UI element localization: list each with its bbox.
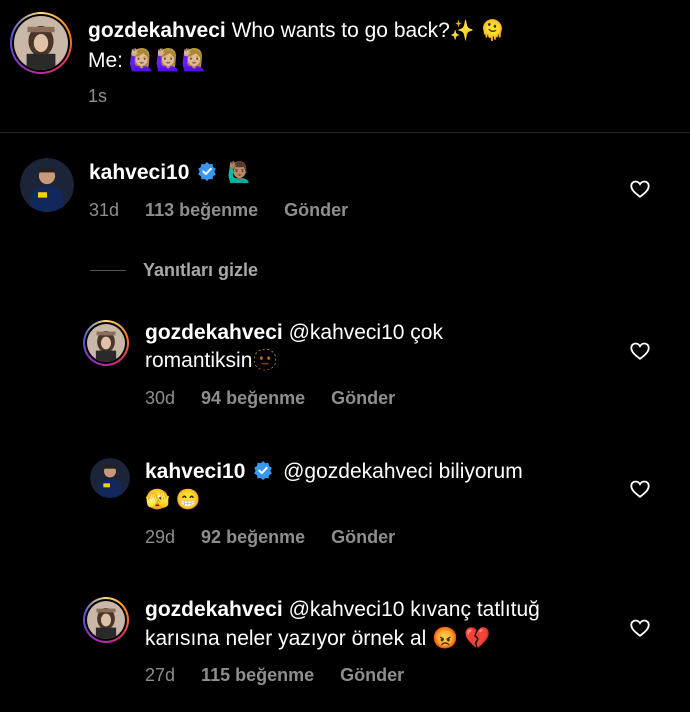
reply-likes[interactable]: 94 beğenme <box>201 388 305 408</box>
reply-button[interactable]: Gönder <box>331 527 395 547</box>
caption-line2: Me: 🙋🏼‍♀️🙋🏼‍♀️🙋🏼‍♀️ <box>88 49 208 72</box>
caption-time: 1s <box>88 86 108 106</box>
reply-avatar-gozdekahveci[interactable] <box>83 597 129 643</box>
caption-text: Who wants to go back? <box>231 19 450 42</box>
comment-meta: 31d 113 beğenme Gönder <box>89 200 374 221</box>
reply-button[interactable]: Gönder <box>284 200 348 220</box>
reply-meta: 30d 94 beğenme Gönder <box>145 388 421 409</box>
reply-username[interactable]: gozdekahveci <box>145 598 283 621</box>
divider <box>0 132 690 133</box>
reply-meta: 29d 92 beğenme Gönder <box>145 527 421 548</box>
reply-button[interactable]: Gönder <box>340 665 404 685</box>
hide-replies-line <box>90 270 126 271</box>
reply-likes[interactable]: 92 beğenme <box>201 527 305 547</box>
caption-username[interactable]: gozdekahveci <box>88 19 226 42</box>
comment-avatar-kahveci10[interactable] <box>20 158 74 212</box>
comment-line: kahveci10 🙋🏽‍♂️ <box>89 158 252 188</box>
reply-line1: kahveci10 @gozdekahveci biliyorum <box>145 457 523 486</box>
verified-badge-icon <box>198 162 217 181</box>
reply-text: @kahveci10 kıvanç tatlıtuğ <box>288 598 540 621</box>
reply-line1: gozdekahveci @kahveci10 çok <box>145 318 443 347</box>
reply-button[interactable]: Gönder <box>331 388 395 408</box>
reply-line2: 🫣 😁 <box>145 489 201 511</box>
comment-time: 31d <box>89 200 120 220</box>
reply-meta: 27d 115 beğenme Gönder <box>145 665 430 686</box>
caption-emoji: ✨ 🫠 <box>449 20 506 42</box>
reply-text: @kahveci10 çok <box>288 321 443 344</box>
reply-likes[interactable]: 115 beğenme <box>201 665 314 685</box>
reply-line1: gozdekahveci @kahveci10 kıvanç tatlıtuğ <box>145 595 540 624</box>
comment-text: 🙋🏽‍♂️ <box>227 162 253 184</box>
reply-time: 29d <box>145 527 176 547</box>
verified-badge-icon <box>254 461 273 480</box>
reply-time: 30d <box>145 388 176 408</box>
hide-replies-button[interactable]: Yanıtları gizle <box>143 260 258 281</box>
reply-time: 27d <box>145 665 176 685</box>
reply-line2: romantiksin🫥 <box>145 349 279 372</box>
heart-icon[interactable] <box>629 178 651 200</box>
heart-icon[interactable] <box>629 617 651 639</box>
reply-line2: karısına neler yazıyor örnek al 😡 💔 <box>145 627 491 650</box>
caption-avatar[interactable] <box>10 12 72 74</box>
reply-avatar-gozdekahveci[interactable] <box>83 320 129 366</box>
comment-username[interactable]: kahveci10 <box>89 161 189 184</box>
heart-icon[interactable] <box>629 340 651 362</box>
reply-username[interactable]: kahveci10 <box>145 460 245 483</box>
reply-username[interactable]: gozdekahveci <box>145 321 283 344</box>
comment-likes[interactable]: 113 beğenme <box>145 200 258 220</box>
caption-line1: gozdekahveci Who wants to go back?✨ 🫠 <box>88 16 505 46</box>
reply-text: @gozdekahveci biliyorum <box>283 460 523 483</box>
reply-avatar-kahveci10[interactable] <box>90 458 130 498</box>
heart-icon[interactable] <box>629 478 651 500</box>
